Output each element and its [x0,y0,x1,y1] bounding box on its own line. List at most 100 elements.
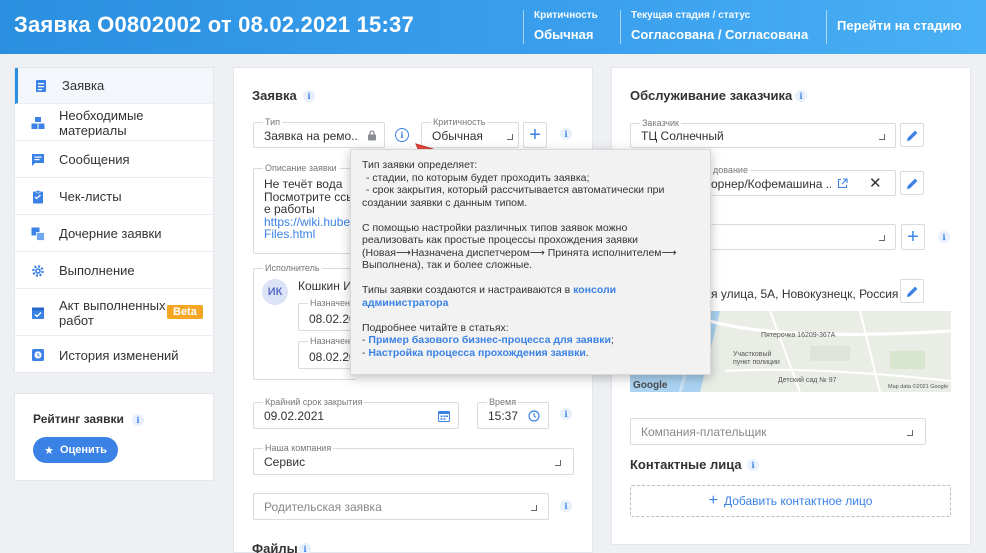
edit-customer-button[interactable] [900,123,924,147]
our-company-field[interactable]: Наша компания Сервис [253,443,574,475]
info-icon[interactable]: i [795,90,807,102]
header-divider [523,10,524,44]
calendar-icon[interactable] [438,410,450,422]
act-label-line2: работ [59,313,94,328]
resize-corner-icon [507,134,513,140]
rate-button[interactable]: ★ Оценить [33,437,118,463]
equipment-label: дование [711,165,750,175]
sidebar-item-label: Чек-листы [59,189,122,204]
sidebar-item-messages[interactable]: Сообщения [15,142,213,178]
executor-name: Кошкин И [298,279,350,293]
type-info-icon[interactable]: i [395,128,409,142]
sidebar-item-label: Заявка [62,78,105,93]
sidebar-item-label: Дочерние заявки [59,226,162,241]
tooltip-line: - Настройка процесса прохождения заявки. [362,347,699,360]
type-value: Заявка на ремо... [264,129,359,143]
tooltip-text: Типы заявки создаются и настраиваются в [362,284,574,296]
description-line: Не течёт вода [264,178,343,191]
info-icon[interactable]: i [132,414,144,426]
tooltip-line: - Пример базового бизнес-процесса для за… [362,334,699,347]
customer-value: ТЦ Солнечный [641,129,724,143]
sidebar-item-request[interactable]: Заявка [15,68,213,104]
assigned-value: 08.02.20 [309,312,356,326]
pencil-icon [906,178,917,189]
description-field[interactable]: Описание заявки Не течёт вода Посмотрите… [253,163,356,254]
add-contact-label: Добавить контактное лицо [723,494,873,508]
resize-corner-icon [907,430,913,436]
info-icon[interactable]: i [560,128,572,140]
parent-request-field[interactable]: Родительская заявка [253,493,549,520]
sidebar-item-execution[interactable]: Выполнение [15,253,213,289]
parent-request-placeholder: Родительская заявка [264,500,382,514]
info-icon[interactable]: i [560,408,572,420]
info-icon[interactable]: i [747,459,759,471]
time-value: 15:37 [488,409,519,423]
sidebar-item-history[interactable]: История изменений [15,337,213,373]
lock-icon [368,130,376,141]
article-link-process-setup[interactable]: Настройка процесса прохождения заявки [368,347,585,359]
time-label: Время [487,397,519,407]
clock-icon[interactable] [528,410,540,422]
resize-corner-icon [879,134,885,140]
map-poi-label: Детский сад № 97 [778,377,837,384]
criticality-value: Обычная [534,27,594,42]
tooltip-line: Выполнена), так и более сложные. [362,259,533,271]
sidebar-item-checklists[interactable]: Чек-листы [15,179,213,215]
info-icon[interactable]: i [303,90,315,102]
customer-label: Заказчик [640,118,681,128]
customer-field[interactable]: Заказчик ТЦ Солнечный [630,118,896,148]
deadline-value: 09.02.2021 [264,409,325,423]
tooltip-line: Типы заявки создаются и настраиваются в … [362,284,699,297]
assigned-field[interactable]: Назначен 08.02.20 [298,336,356,369]
files-section-title: Файлы [252,541,298,553]
assigned-label: Назначен [308,336,352,346]
star-icon: ★ [44,444,54,457]
description-label: Описание заявки [263,163,339,173]
tooltip-line: реализовать как простые процессы прохожд… [362,234,639,246]
sidebar-item-label: Акт выполненных работ [59,298,166,328]
tooltip-line: создании заявки с данным типом. [362,196,528,209]
criticality-field-label: Критичность [431,117,488,127]
sidebar-item-child-requests[interactable]: Дочерние заявки [15,216,213,252]
map-google-logo: Google [633,380,668,391]
payer-company-field[interactable]: Компания-плательщик [630,418,926,445]
info-icon[interactable]: i [299,543,311,553]
tooltip-line: (Новая⟶Назначена диспетчером⟶ Принята ис… [362,246,677,259]
clear-icon[interactable]: ✕ [869,174,882,192]
equipment-field[interactable]: дование орнер/Кофемашина ... ✕ [711,165,896,196]
header: Заявка О0802002 от 08.02.2021 15:37 Крит… [0,0,986,54]
add-button[interactable]: + [901,224,925,250]
go-to-stage-button[interactable]: Перейти на стадию [837,18,962,33]
article-link-basic-process[interactable]: Пример базового бизнес-процесса для заяв… [368,334,611,346]
avatar: ИК [262,279,288,305]
header-divider [620,10,621,44]
info-icon[interactable]: i [938,231,950,243]
info-icon[interactable]: i [560,500,572,512]
add-criticality-button[interactable]: + [523,122,547,148]
gear-icon [32,265,44,277]
deadline-field[interactable]: Крайний срок закрытия 09.02.2021 [253,397,459,429]
external-link-icon[interactable] [837,178,848,189]
child-requests-icon [31,227,45,241]
sidebar-item-materials[interactable]: Необходимые материалы [15,105,213,141]
admin-console-link[interactable]: администратора [362,297,448,309]
admin-console-link[interactable]: консоли [573,284,616,296]
stage-value: Согласована / Согласована [631,27,809,42]
stage-label: Текущая стадия / статус [631,10,751,21]
message-icon [32,154,44,166]
edit-address-button[interactable] [900,279,924,303]
beta-badge: Beta [167,305,203,319]
type-tooltip: Тип заявки определяет: - стадии, по кото… [350,149,711,375]
add-contact-button[interactable]: + Добавить контактное лицо [630,485,951,517]
edit-equipment-button[interactable] [900,171,924,195]
sidebar-item-act[interactable]: Акт выполненных работ Beta [15,290,213,336]
type-field[interactable]: Тип Заявка на ремо... [253,117,385,148]
tooltip-line: - стадии, по которым будет проходить зая… [366,171,590,184]
resize-corner-icon [531,505,537,511]
resize-corner-icon [555,460,561,466]
time-field[interactable]: Время 15:37 [477,397,549,429]
our-company-label: Наша компания [263,443,334,453]
assigned-field[interactable]: Назначен 08.02.20 [298,298,356,331]
description-link[interactable]: Files.html [264,228,356,241]
hidden-field[interactable] [711,224,896,250]
